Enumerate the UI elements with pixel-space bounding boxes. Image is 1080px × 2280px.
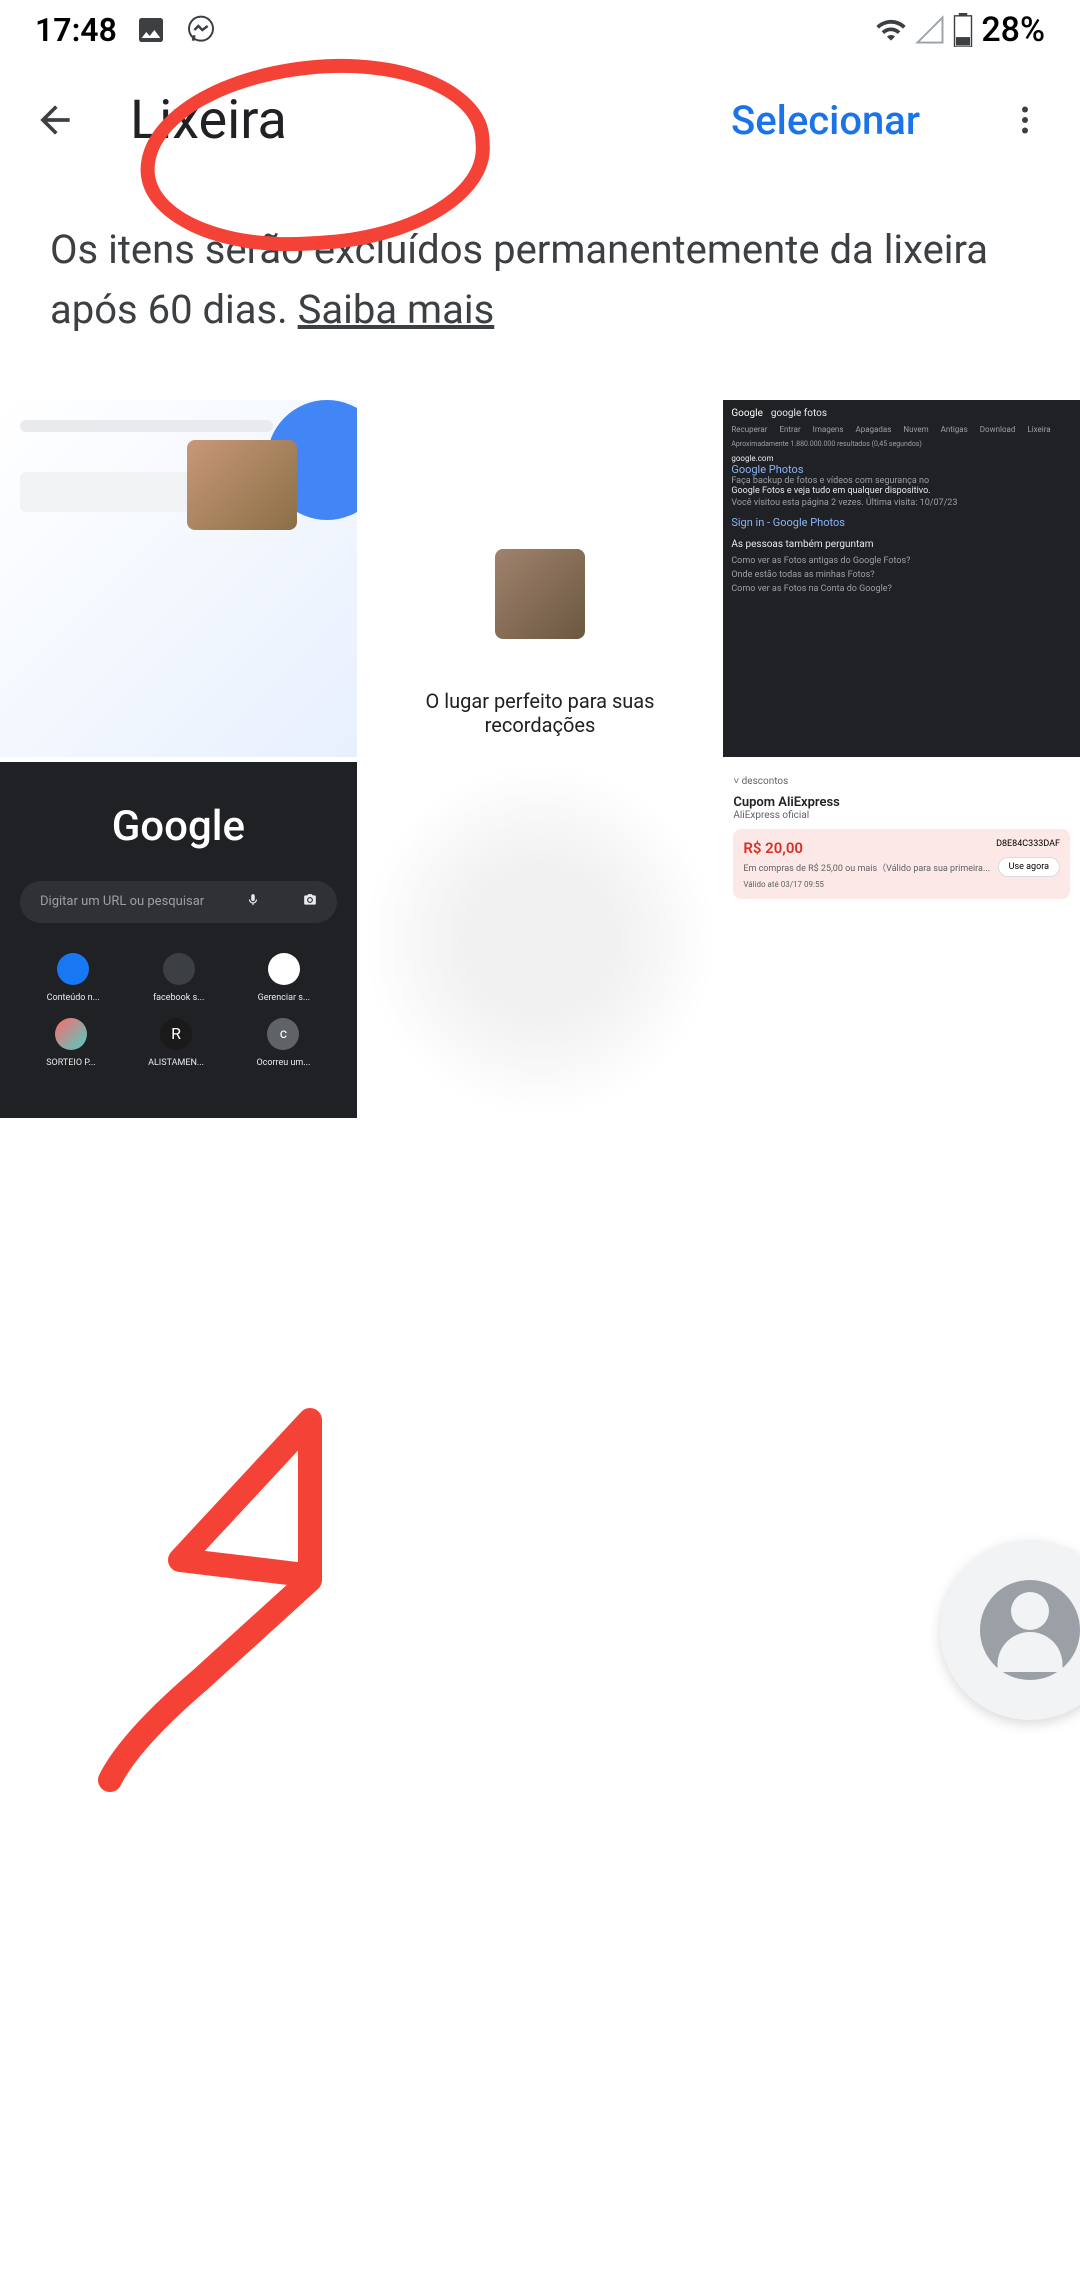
shortcuts-row-1: Conteúdo n... facebook s... Gerenciar s.… [20,953,337,1003]
photo-grid: O lugar perfeito para suas recordações G… [0,400,1080,1118]
google-logo: Google [20,802,337,851]
info-text: Os itens serão excluídos permanentemente… [50,226,988,333]
trash-photo-3[interactable]: Google google fotos Recuperar Entrar Ima… [723,400,1080,757]
search-term: google fotos [771,408,827,419]
shortcut-label: Ocorreu um... [256,1058,310,1068]
battery-icon [953,13,973,47]
people-thumbnail [187,440,297,530]
tab: Recuperar [731,425,767,434]
photo-3-tabs: Recuperar Entrar Imagens Apagadas Nuvem … [731,425,1072,434]
trash-photo-6[interactable]: ˅ descontos Cupom AliExpress AliExpress … [723,762,1080,1119]
use-now-button: Use agora [998,857,1060,877]
trash-photo-4[interactable]: Google Digitar um URL ou pesquisar Conte… [0,762,357,1119]
status-left: 17:48 [35,11,217,49]
shortcut-label: SORTEIO P... [46,1058,95,1068]
shortcuts-row-2: SORTEIO P... R ALISTAMEN... c Ocorreu um… [20,1018,337,1068]
signal-icon [915,15,945,45]
tab: Entrar [779,425,800,434]
shortcut-label: Conteúdo n... [47,993,100,1003]
trash-photo-1[interactable] [0,400,357,757]
back-button[interactable] [30,95,80,145]
facebook-icon [57,953,89,985]
shortcut-icon: R [160,1018,192,1050]
shortcut-icon [55,1018,87,1050]
coupon-code: D8E84C333DAF [996,839,1060,849]
camera-icon [303,893,317,911]
result-title-2: Sign in - Google Photos [731,516,1072,529]
shortcut-icon: c [267,1018,299,1050]
battery-percent: 28% [981,10,1045,50]
shortcut-label: facebook s... [153,993,204,1003]
result-desc-b: Google Fotos e veja tudo em qualquer dis… [731,486,1072,496]
faq-q1: Como ver as Fotos antigas do Google Foto… [731,556,1072,566]
result-url: google.com [731,454,1072,463]
status-bar: 17:48 28% [0,0,1080,60]
faq-q3: Como ver as Fotos na Conta do Google? [731,584,1072,594]
tab: Imagens [813,425,844,434]
coupon-subtitle: AliExpress oficial [733,810,1070,821]
status-right: 28% [875,10,1045,50]
tab: Download [980,425,1016,434]
app-bar: Lixeira Selecionar [0,60,1080,180]
blurred-graphic [362,762,719,1119]
wifi-icon [875,14,907,46]
tab: Lixeira [1027,425,1050,434]
result-title: Google Photos [731,463,1072,476]
select-button[interactable]: Selecionar [731,97,920,144]
mic-icon [246,893,260,911]
people-ask-header: As pessoas também perguntam [731,539,1072,550]
search-shortcut-icon [163,953,195,985]
trash-photo-5[interactable] [362,762,719,1119]
google-shortcut-icon [268,953,300,985]
learn-more-link[interactable]: Saiba mais [298,286,495,333]
faq-q2: Onde estão todas as minhas Fotos? [731,570,1072,580]
coupon-title: Cupom AliExpress [733,795,1070,810]
shortcut-item: Conteúdo n... [47,953,100,1003]
photo-6-header: ˅ descontos [733,772,1070,791]
shortcut-item: R ALISTAMEN... [148,1018,204,1068]
page-title: Lixeira [130,89,681,152]
shortcut-item: c Ocorreu um... [256,1018,310,1068]
tab: Apagadas [855,425,891,434]
shortcut-item: Gerenciar s... [258,953,310,1003]
person-icon [980,1580,1080,1680]
tab: Antigas [941,425,968,434]
shortcut-label: Gerenciar s... [258,993,310,1003]
status-time: 17:48 [35,11,117,49]
coupon-valid: Válido até 03/17 09:55 [743,880,1060,889]
shortcut-item: SORTEIO P... [46,1018,95,1068]
search-placeholder: Digitar um URL ou pesquisar [40,894,204,909]
more-options-button[interactable] [1000,95,1050,145]
coupon-card: D8E84C333DAF R$ 20,00 Use agora Em compr… [733,829,1070,899]
tab: Nuvem [903,425,928,434]
result-desc: Faça backup de fotos e vídeos com segura… [731,476,1072,486]
image-icon [135,14,167,46]
info-banner: Os itens serão excluídos permanentemente… [0,180,1080,380]
result-count: Aproximadamente 1.880.000.000 resultados… [731,440,1072,448]
shortcut-label: ALISTAMEN... [148,1058,204,1068]
floating-avatar-button[interactable] [940,1540,1080,1720]
photo-2-thumbnail [495,549,585,639]
visited-text: Você visitou esta página 2 vezes. Última… [731,498,1072,508]
search-bar: Digitar um URL ou pesquisar [20,881,337,923]
photo-3-header: Google google fotos [731,408,1072,419]
shortcut-item: facebook s... [153,953,204,1003]
red-arrow-annotation [80,1400,380,1800]
trash-photo-2[interactable]: O lugar perfeito para suas recordações [362,400,719,757]
photo-2-caption: O lugar perfeito para suas recordações [382,689,699,737]
messenger-icon [185,14,217,46]
